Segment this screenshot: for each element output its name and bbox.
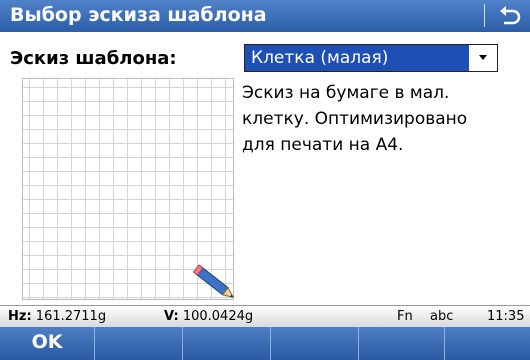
softkey-4[interactable]: [270, 327, 358, 360]
hz-label: Hz:: [8, 309, 32, 324]
fn-indicator[interactable]: Fn: [397, 309, 413, 324]
ok-softkey-label: OK: [31, 331, 63, 353]
v-readout: V: 100.0424g: [164, 309, 253, 324]
v-label: V:: [164, 309, 179, 324]
back-button[interactable]: [492, 2, 526, 30]
chevron-down-icon: [469, 45, 497, 71]
softkey-3[interactable]: [182, 327, 270, 360]
softkey-5[interactable]: [358, 327, 444, 360]
template-select-value: Клетка (малая): [245, 45, 469, 71]
hz-readout: Hz: 161.2711g: [8, 309, 106, 324]
template-select[interactable]: Клетка (малая): [244, 44, 498, 72]
softkey-2[interactable]: [94, 327, 182, 360]
title-separator: [484, 4, 485, 27]
ok-softkey[interactable]: OK: [0, 327, 94, 360]
template-label: Эскиз шаблона:: [10, 48, 177, 69]
pencil-icon: [186, 258, 242, 308]
window-title: Выбор эскиза шаблона: [10, 4, 267, 26]
softkey-bar: OK: [0, 327, 530, 360]
status-bar: Hz: 161.2711g V: 100.0424g Fn abc 11:35: [0, 305, 530, 327]
softkey-6[interactable]: [444, 327, 530, 360]
clock: 11:35: [487, 309, 525, 324]
hz-value: 161.2711g: [35, 309, 107, 324]
input-mode-indicator[interactable]: abc: [430, 309, 453, 324]
title-bar: Выбор эскиза шаблона: [0, 0, 530, 32]
template-description: Эскиз на бумаге в мал. клетку. Оптимизир…: [242, 83, 468, 155]
back-arrow-icon: [500, 6, 521, 25]
v-value: 100.0424g: [182, 309, 254, 324]
